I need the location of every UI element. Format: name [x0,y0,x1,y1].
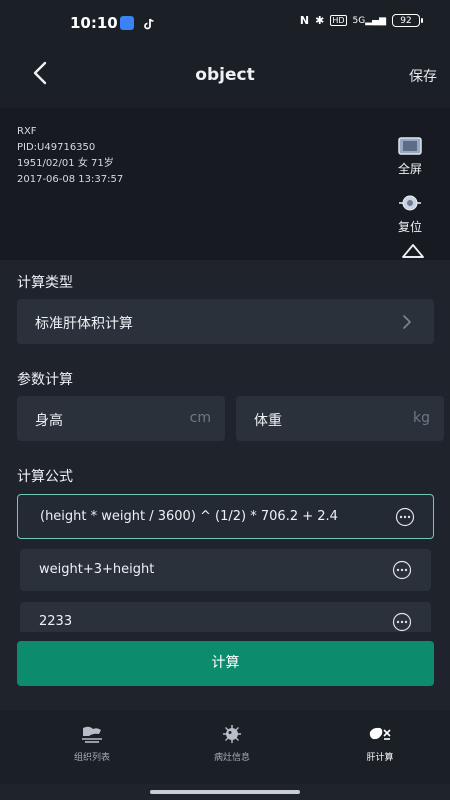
height-label: 身高 [35,413,63,429]
formulas-heading: 计算公式 [17,469,73,485]
patient-name: RXF [17,126,37,137]
calc-type-heading: 计算类型 [17,275,73,291]
formula-item[interactable]: (height * weight / 3600) ^ (1/2) * 706.2… [17,494,434,539]
bottom-nav: 组织列表 病灶信息 肝计算 [0,710,450,784]
image-viewer[interactable]: RXF PID:U49716350 1951/02/01 女 71岁 2017-… [0,108,450,260]
weight-unit: kg [413,410,430,426]
patient-info: RXF PID:U49716350 1951/02/01 女 71岁 2017-… [17,124,123,188]
nav-label: 肝计算 [366,753,394,763]
reset-button[interactable]: 复位 [390,192,430,235]
chevron-right-icon [403,315,411,329]
nav-tab-tissue-list[interactable]: 组织列表 [32,724,152,763]
status-indicators: N ✱ HD 5G▂▄▆ 92 [299,14,423,27]
measure-tool-icon[interactable] [400,241,426,259]
calc-type-value: 标准肝体积计算 [35,316,133,332]
params-heading: 参数计算 [17,372,73,388]
hd-icon: HD [330,15,347,26]
weight-label: 体重 [254,413,282,429]
fullscreen-label: 全屏 [397,162,422,176]
status-bar: 10:10 N ✱ HD 5G▂▄▆ 92 [0,0,450,40]
save-button[interactable]: 保存 [409,66,437,86]
formula-item[interactable]: 2233 [20,602,431,632]
home-indicator[interactable] [150,790,300,794]
nav-label: 组织列表 [73,753,110,763]
status-time: 10:10 [70,14,118,32]
nav-label: 病灶信息 [213,753,250,763]
formula-text: weight+3+height [39,562,155,577]
signal-icon: 5G▂▄▆ [352,15,386,26]
lesion-icon [223,725,241,743]
app-header: object 保存 [0,40,450,108]
formula-text: (height * weight / 3600) ^ (1/2) * 706.2… [40,509,338,524]
page-title: object [195,65,255,85]
calc-type-selector[interactable]: 标准肝体积计算 [17,299,434,344]
battery-icon: 92 [392,14,423,27]
height-input[interactable]: 身高 cm [17,396,225,441]
bluetooth-icon: ✱ [315,14,325,27]
liver-calc-icon [369,727,391,740]
height-unit: cm [189,410,211,426]
reset-icon [399,195,421,211]
compute-button[interactable]: 计算 [17,641,434,686]
reset-label: 复位 [397,220,422,234]
fullscreen-button[interactable]: 全屏 [390,136,430,177]
nav-tab-liver-calc[interactable]: 肝计算 [320,724,440,763]
formula-item[interactable]: weight+3+height [20,549,431,591]
more-options-icon[interactable] [392,612,412,632]
tissue-list-icon [82,726,102,743]
nav-tab-lesion-info[interactable]: 病灶信息 [172,724,292,763]
fullscreen-icon [398,137,422,155]
study-datetime: 2017-06-08 13:37:57 [17,174,124,185]
app-notification-icon [120,16,134,30]
nfc-icon: N [299,14,310,27]
formula-text: 2233 [39,614,73,629]
more-options-icon[interactable] [395,507,415,527]
patient-dob: 1951/02/01 女 71岁 [17,158,114,169]
more-options-icon[interactable] [392,560,412,580]
tiktok-icon [142,16,156,30]
patient-id: PID:U49716350 [17,142,96,153]
weight-input[interactable]: 体重 kg [236,396,444,441]
